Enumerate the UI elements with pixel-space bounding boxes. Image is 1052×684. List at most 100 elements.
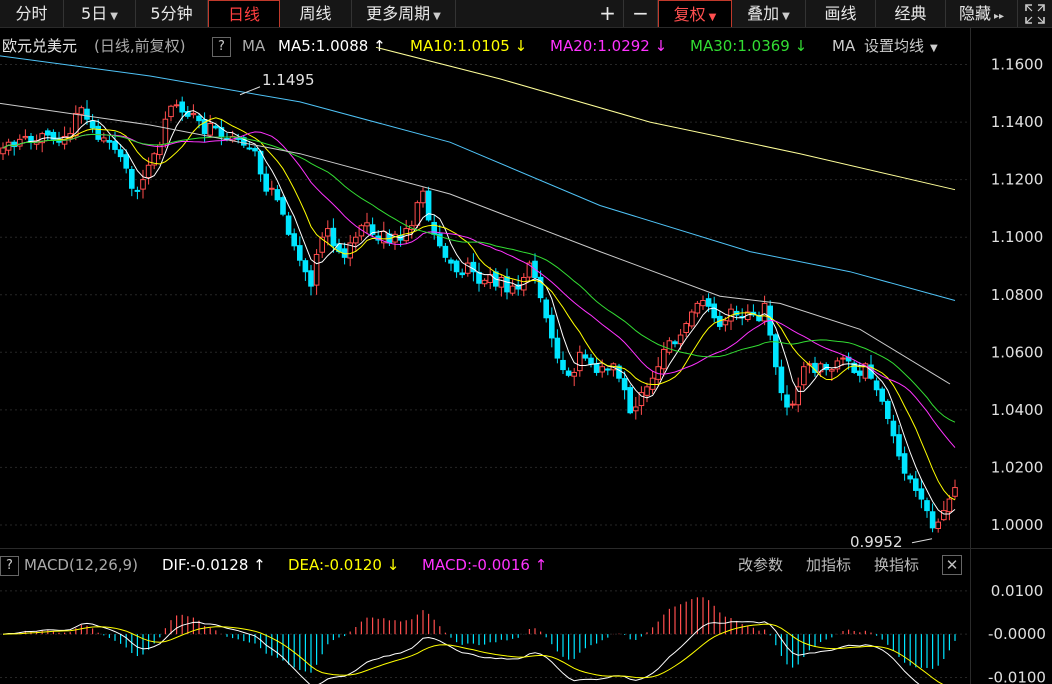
edit-params-button[interactable]: 改参数 (738, 553, 783, 577)
candle-body (571, 371, 578, 377)
ma250-line (375, 46, 956, 191)
draw-line-button[interactable]: 画线 (806, 0, 876, 27)
candle-body (929, 511, 936, 529)
candle-body (801, 366, 807, 386)
candle-body (577, 351, 583, 372)
candle-body (554, 337, 561, 359)
macd-title[interactable]: MACD(12,26,9) (24, 553, 138, 577)
macd-y-tick-label: 0.0100 (991, 582, 1044, 600)
candle-body (123, 154, 130, 169)
tab-5day[interactable]: 5日 ▼ (64, 0, 136, 27)
close-indicator-button[interactable]: ✕ (942, 555, 962, 575)
overlay-button[interactable]: 叠加 ▼ (732, 0, 806, 27)
tab-weekly[interactable]: 周线 (280, 0, 352, 27)
macd-value: MACD:-0.0016 ↑ (422, 553, 547, 577)
candle-body (285, 215, 292, 235)
candle-body (476, 271, 482, 284)
y-tick-label: 1.1600 (991, 56, 1044, 74)
candle-body (425, 190, 432, 221)
adjust-rights-button[interactable]: 复权 ▼ (658, 0, 732, 27)
low-annotation: 0.9952 (850, 533, 903, 548)
candle-body (269, 187, 275, 190)
macd-y-tick-label: -0.0100 (988, 669, 1046, 684)
dea-line (2, 623, 944, 684)
candle-body (549, 314, 555, 339)
candle-body (280, 197, 286, 215)
candle-body (442, 245, 449, 258)
candle-body (106, 140, 113, 143)
arrow-up-icon: ↑ (534, 556, 548, 574)
candle-body (795, 386, 802, 406)
candle-body (560, 359, 566, 371)
candle-body (901, 453, 908, 474)
candle-body (498, 276, 505, 288)
high-annotation: 1.1495 (262, 71, 315, 89)
candle-body (45, 130, 51, 136)
dif-value: DIF:-0.0128 ↑ (162, 553, 266, 577)
candle-body (588, 357, 594, 365)
tab-5day-label: 5日 (81, 4, 108, 23)
candle-body (364, 222, 370, 227)
candle-body (84, 108, 90, 120)
candle-body (17, 138, 23, 147)
fullscreen-icon (1025, 4, 1045, 24)
candle-body (353, 236, 359, 244)
candle-body (789, 403, 796, 406)
candle-body (459, 272, 465, 276)
y-tick-label: 1.0400 (991, 401, 1044, 419)
candle-body (453, 260, 460, 273)
candle-body (263, 173, 269, 192)
candle-body (918, 488, 925, 500)
zoom-in-button[interactable]: + (592, 0, 624, 27)
add-indicator-button[interactable]: 加指标 (806, 553, 851, 577)
candle-body (22, 135, 29, 139)
fullscreen-button[interactable] (1018, 0, 1052, 27)
candle-body (661, 348, 667, 370)
adjust-label: 复权 (673, 5, 706, 24)
dif-text: DIF:-0.0128 (162, 556, 249, 574)
zoom-out-button[interactable]: − (624, 0, 658, 27)
tab-intraday[interactable]: 分时 (0, 0, 64, 27)
arrow-up-icon: ↑ (253, 556, 266, 574)
hide-button[interactable]: 隐藏 ▸▸ (946, 0, 1018, 27)
candle-body (689, 311, 695, 327)
panel-divider (0, 548, 1052, 549)
candle-body (448, 259, 454, 264)
candle-body (599, 366, 606, 373)
candle-body (683, 323, 690, 333)
candle-body (946, 498, 953, 513)
macd-text: MACD:-0.0016 (422, 556, 530, 574)
candle-body (308, 270, 314, 287)
candle-body (593, 363, 600, 373)
candlestick-chart[interactable]: 1.1600 1.1400 1.1200 1.1000 1.0800 1.0600 1.04… (0, 30, 1052, 548)
candle-body (504, 276, 510, 293)
hide-label: 隐藏 (958, 4, 991, 23)
candle-body (173, 104, 180, 107)
candle-body (190, 112, 197, 116)
candle-body (924, 500, 930, 512)
candle-body (129, 168, 135, 189)
macd-help-button[interactable]: ? (0, 556, 19, 576)
candle-body (621, 378, 628, 391)
candle-body (784, 394, 790, 408)
double-chevron-right-icon: ▸▸ (993, 11, 1005, 22)
tab-5min[interactable]: 5分钟 (136, 0, 208, 27)
caret-down-icon: ▼ (110, 11, 118, 22)
candle-body (414, 202, 421, 226)
candle-body (95, 125, 102, 140)
candle-body (168, 105, 174, 118)
candle-body (935, 521, 942, 529)
classic-button[interactable]: 经典 (876, 0, 946, 27)
candle-body (420, 190, 426, 204)
tab-more-periods[interactable]: 更多周期 ▼ (352, 0, 456, 27)
switch-indicator-button[interactable]: 换指标 (874, 553, 919, 577)
macd-chart[interactable]: 0.0100 -0.0000 -0.0100 (0, 580, 1052, 684)
candle-body (117, 149, 124, 158)
tab-daily[interactable]: 日线 (208, 0, 280, 27)
dea-text: DEA:-0.0120 (288, 556, 382, 574)
y-tick-label: 1.0200 (991, 458, 1044, 476)
candle-body (941, 510, 947, 521)
candle-body (840, 357, 846, 360)
candle-body (297, 245, 303, 261)
candle-body (101, 137, 107, 142)
